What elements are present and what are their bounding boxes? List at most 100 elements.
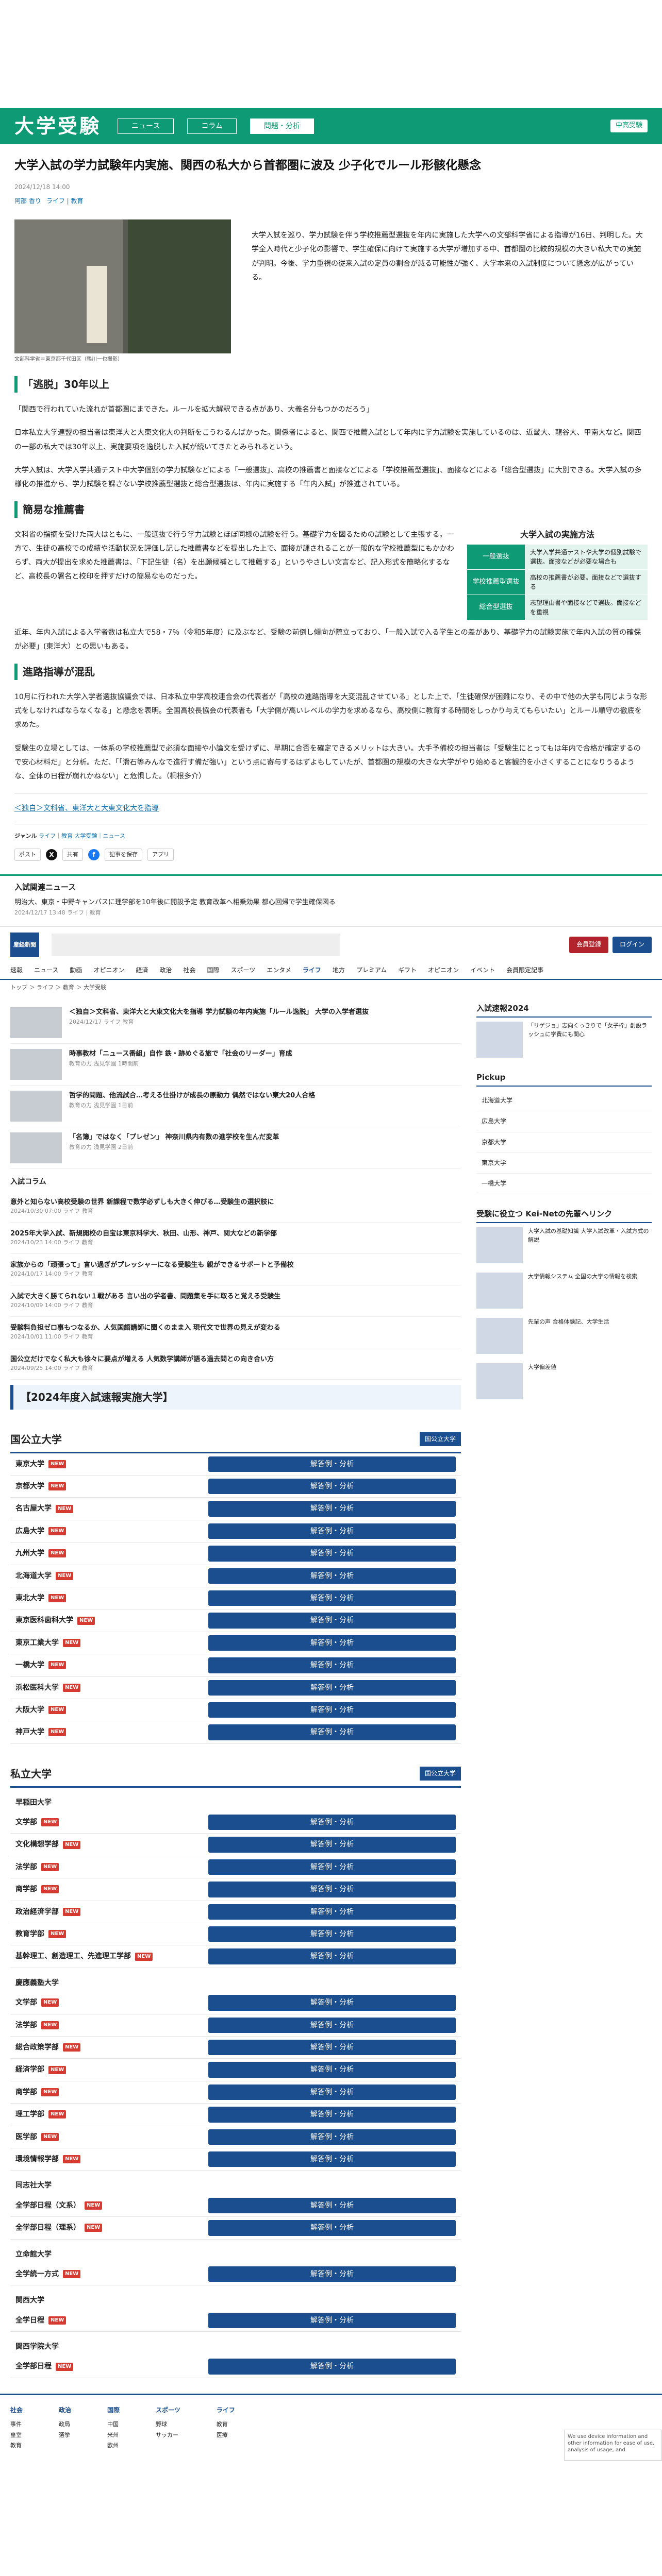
site-nav-item[interactable]: ニュース (34, 965, 58, 975)
site-nav-item[interactable]: 経済 (136, 965, 148, 975)
facebook-icon[interactable]: f (88, 849, 100, 861)
answer-button[interactable]: 解答例・分析 (208, 2151, 456, 2167)
answer-button[interactable]: 解答例・分析 (208, 1546, 456, 1562)
answer-button[interactable]: 解答例・分析 (208, 2084, 456, 2100)
answer-button[interactable]: 解答例・分析 (208, 1590, 456, 1606)
site-nav-item[interactable]: エンタメ (267, 965, 291, 975)
promo-item[interactable]: 先輩の声 合格体験記、大学生活 (476, 1318, 652, 1354)
promo-item[interactable]: 大学情報システム 全国の大学の情報を検索 (476, 1273, 652, 1309)
answer-button[interactable]: 解答例・分析 (208, 1724, 456, 1740)
column-item[interactable]: 受験料負担ゼロ事もつなるか、人気国語講師に聞くのまま入 現代文で世界の見えが変わ… (10, 1317, 461, 1348)
answer-button[interactable]: 解答例・分析 (208, 1456, 456, 1472)
answer-button[interactable]: 解答例・分析 (208, 1815, 456, 1831)
nav-column[interactable]: コラム (187, 118, 237, 134)
news-item[interactable]: 哲学的問題、他流試合…考える仕掛けが成長の原動力 偶然ではない東大20人合格 教育… (10, 1086, 461, 1128)
genre-extra-link[interactable]: 大学受験｜ニュース (74, 833, 125, 839)
column-item[interactable]: 家族からの「頑張って」言い過ぎがプレッシャーになる受験生も 親ができるサポートと… (10, 1254, 461, 1285)
answer-button[interactable]: 解答例・分析 (208, 1995, 456, 2011)
rank-item[interactable]: 「リゲジョ」志向くっきりで「女子枠」創設ラッシュに学費にも関心 (476, 1022, 652, 1058)
site-nav-item[interactable]: 社会 (183, 965, 195, 975)
pickup-item[interactable]: 京都大学 (476, 1132, 652, 1153)
site-nav-item[interactable]: 国際 (207, 965, 220, 975)
login-button[interactable]: ログイン (612, 937, 652, 953)
answer-button[interactable]: 解答例・分析 (208, 2197, 456, 2214)
site-nav-item[interactable]: イベント (470, 965, 495, 975)
promo-item[interactable]: 大学偏差値 (476, 1363, 652, 1400)
genre-link[interactable]: ライフ｜教育 (39, 833, 73, 839)
footer-heading[interactable]: スポーツ (156, 2404, 180, 2416)
footer-link[interactable]: 選挙 (59, 2430, 71, 2441)
footer-link[interactable]: 野球 (156, 2419, 180, 2430)
answer-button[interactable]: 解答例・分析 (208, 1837, 456, 1853)
footer-link[interactable]: 中国 (107, 2419, 120, 2430)
app-button[interactable]: アプリ (147, 849, 174, 861)
site-nav-item[interactable]: 速報 (10, 965, 23, 975)
answer-button[interactable]: 解答例・分析 (208, 1904, 456, 1920)
private-badge[interactable]: 国公立大学 (419, 1767, 461, 1781)
answer-button[interactable]: 解答例・分析 (208, 2039, 456, 2056)
site-nav-item[interactable]: ギフト (398, 965, 417, 975)
answer-button[interactable]: 解答例・分析 (208, 2220, 456, 2236)
answer-button[interactable]: 解答例・分析 (208, 1479, 456, 1495)
footer-link[interactable]: 皇室 (10, 2430, 23, 2441)
pickup-item[interactable]: 北海道大学 (476, 1091, 652, 1112)
footer-link[interactable]: 欧州 (107, 2441, 120, 2451)
x-icon[interactable]: X (46, 849, 57, 861)
post-button[interactable]: ポスト (14, 849, 41, 861)
bookmark-button[interactable]: 記事を保存 (105, 849, 142, 861)
footer-heading[interactable]: ライフ (217, 2404, 235, 2416)
answer-button[interactable]: 解答例・分析 (208, 1859, 456, 1875)
cookie-banner[interactable]: We use device information and other info… (564, 2430, 662, 2461)
member-button[interactable]: 会員登録 (569, 937, 608, 953)
answer-button[interactable]: 解答例・分析 (208, 1948, 456, 1964)
pickup-item[interactable]: 東京大学 (476, 1153, 652, 1174)
pickup-item[interactable]: 一橋大学 (476, 1174, 652, 1195)
ad-banner[interactable] (52, 933, 340, 956)
footer-link[interactable]: 政局 (59, 2419, 71, 2430)
footer-heading[interactable]: 国際 (107, 2404, 120, 2416)
share-button[interactable]: 共有 (62, 849, 83, 861)
nav-middle-high[interactable]: 中高受験 (610, 120, 648, 132)
column-item[interactable]: 意外と知らない高校受験の世界 新課程で数学必ずしも大きく伸びる…受験生の選択肢に… (10, 1191, 461, 1223)
news-item[interactable]: ＜独自＞文科省、東洋大と大東文化大を指導 学力試験の年内実施「ルール逸脱」 大学… (10, 1002, 461, 1044)
footer-link[interactable]: 医療 (217, 2430, 235, 2441)
answer-button[interactable]: 解答例・分析 (208, 1657, 456, 1673)
promo-item[interactable]: 大学入試の基礎知識 大学入試改革・入試方式の解説 (476, 1227, 652, 1264)
news-item[interactable]: 「名簿」ではなく「プレゼン」 神奈川県内有数の進学校を生んだ変革 教育の力 浅見学… (10, 1127, 461, 1170)
site-nav-item[interactable]: オピニオン (428, 965, 459, 975)
answer-button[interactable]: 解答例・分析 (208, 1501, 456, 1517)
author-tag[interactable]: ライフ | 教育 (46, 196, 84, 206)
answer-button[interactable]: 解答例・分析 (208, 2359, 456, 2375)
related-article-link[interactable]: ＜独自＞文科省、東洋大と大東文化大を指導 (14, 804, 159, 812)
answer-button[interactable]: 解答例・分析 (208, 1568, 456, 1584)
site-nav-item[interactable]: 政治 (159, 965, 172, 975)
site-nav-item[interactable]: 会員限定記事 (506, 965, 543, 975)
answer-button[interactable]: 解答例・分析 (208, 1613, 456, 1629)
answer-button[interactable]: 解答例・分析 (208, 2312, 456, 2329)
answer-button[interactable]: 解答例・分析 (208, 1635, 456, 1651)
site-nav-item[interactable]: プレミアム (356, 965, 387, 975)
answer-button[interactable]: 解答例・分析 (208, 2107, 456, 2123)
site-logo[interactable]: 産経新聞 (10, 932, 39, 957)
pickup-item[interactable]: 広島大学 (476, 1111, 652, 1132)
footer-link[interactable]: 教育 (217, 2419, 235, 2430)
answer-button[interactable]: 解答例・分析 (208, 2017, 456, 2033)
answer-button[interactable]: 解答例・分析 (208, 1523, 456, 1539)
answer-button[interactable]: 解答例・分析 (208, 2266, 456, 2282)
site-nav-item[interactable]: 動画 (70, 965, 82, 975)
site-nav-item[interactable]: スポーツ (231, 965, 256, 975)
answer-button[interactable]: 解答例・分析 (208, 1702, 456, 1718)
site-nav-item[interactable]: 地方 (333, 965, 345, 975)
footer-link[interactable]: サッカー (156, 2430, 180, 2441)
public-badge[interactable]: 国公立大学 (419, 1432, 461, 1447)
footer-heading[interactable]: 社会 (10, 2404, 23, 2416)
footer-link[interactable]: 米州 (107, 2430, 120, 2441)
answer-button[interactable]: 解答例・分析 (208, 2129, 456, 2145)
footer-link[interactable]: 事件 (10, 2419, 23, 2430)
site-nav-item[interactable]: ライフ (303, 965, 321, 975)
nav-news[interactable]: ニュース (118, 118, 174, 134)
footer-link[interactable]: 教育 (10, 2441, 23, 2451)
answer-button[interactable]: 解答例・分析 (208, 2062, 456, 2078)
author-name[interactable]: 阿部 香り (14, 196, 41, 206)
answer-button[interactable]: 解答例・分析 (208, 1926, 456, 1942)
